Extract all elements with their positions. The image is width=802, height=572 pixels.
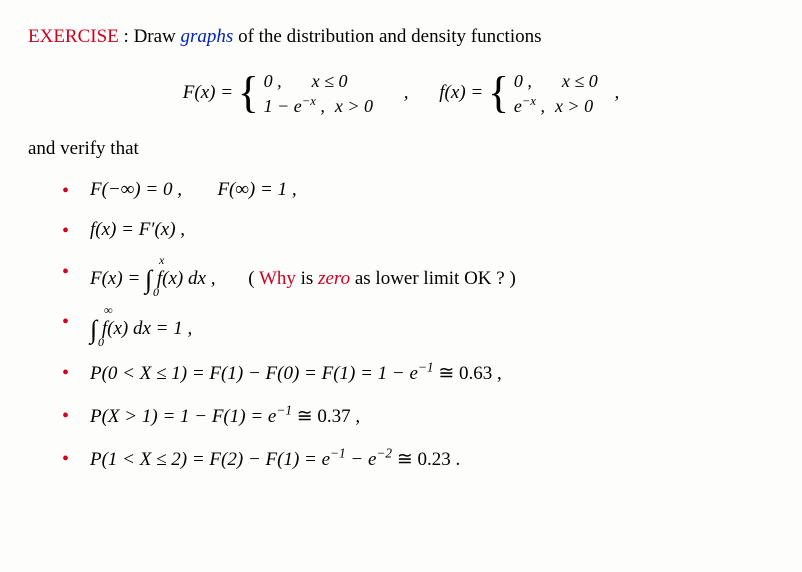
- limit-pos-inf: F(∞) = 1 ,: [217, 179, 296, 200]
- prob-1-2: P(1 < X ≤ 2) = F(2) − F(1) = e−1 − e−2 ≅…: [90, 449, 460, 470]
- f-lhs: f(x) =: [439, 82, 488, 103]
- f-cases: 0 , x ≤ 0 e−x , x > 0: [514, 69, 598, 119]
- bullet-item-6: P(X > 1) = 1 − F(1) = e−1 ≅ 0.37 ,: [62, 402, 774, 431]
- f-case2-cond: x > 0: [555, 96, 593, 116]
- brace-icon: {: [488, 73, 509, 113]
- f-case1-cond: x ≤ 0: [562, 71, 598, 91]
- bullet-item-1: F(−∞) = 0 , F(∞) = 1 ,: [62, 177, 774, 204]
- integral-0-x: ∫0x: [145, 258, 152, 294]
- derivative-relation: f(x) = F′(x) ,: [90, 219, 185, 240]
- bullet-item-5: P(0 < X ≤ 1) = F(1) − F(0) = F(1) = 1 − …: [62, 359, 774, 388]
- f-case1-val: 0 ,: [514, 71, 532, 91]
- prob-0-1: P(0 < X ≤ 1) = F(1) − F(0) = F(1) = 1 − …: [90, 363, 502, 384]
- note-zero: zero: [318, 268, 350, 289]
- bullet-item-4: ∫0∞ f(x) dx = 1 ,: [62, 308, 774, 344]
- F-case2-cond: x > 0: [335, 96, 373, 116]
- piecewise-definitions: F(x) = { 0 , x ≤ 0 1 − e−x , x > 0 , f(x) …: [28, 69, 774, 119]
- F-cases: 0 , x ≤ 0 1 − e−x , x > 0: [264, 69, 373, 119]
- bullet-item-3: F(x) = ∫0x f(x) dx , ( Why is zero as lo…: [62, 258, 774, 294]
- bullet-item-2: f(x) = F′(x) ,: [62, 217, 774, 244]
- F-case1-cond: x ≤ 0: [312, 71, 348, 91]
- why-note: ( Why is zero as lower limit OK ? ): [248, 268, 516, 289]
- F-case2-val: 1 − e−x ,: [264, 96, 325, 116]
- prob-gt-1: P(X > 1) = 1 − F(1) = e−1 ≅ 0.37 ,: [90, 406, 360, 427]
- header-colon: :: [119, 26, 134, 47]
- integral-0-inf: ∫0∞: [90, 308, 97, 344]
- limit-neg-inf: F(−∞) = 0 ,: [90, 179, 182, 200]
- F-integral-body: f(x) dx ,: [152, 268, 215, 289]
- note-why: Why: [259, 268, 296, 289]
- header-suffix: of the distribution and density function…: [233, 26, 541, 47]
- bullet-list: F(−∞) = 0 , F(∞) = 1 , f(x) = F′(x) , F(…: [28, 177, 774, 474]
- brace-icon: {: [238, 73, 259, 113]
- header-prefix: Draw: [134, 26, 181, 47]
- F-lhs: F(x) =: [183, 82, 238, 103]
- f-case2-val: e−x ,: [514, 96, 545, 116]
- sep-comma1: ,: [404, 82, 409, 103]
- exercise-label: EXERCISE: [28, 26, 119, 47]
- verify-text: and verify that: [28, 136, 774, 163]
- note-mid: is: [296, 268, 318, 289]
- exercise-header: EXERCISE : Draw graphs of the distributi…: [28, 24, 774, 51]
- header-keyword: graphs: [181, 26, 234, 47]
- F-case1-val: 0 ,: [264, 71, 282, 91]
- sep-comma2: ,: [614, 82, 619, 103]
- note-end: as lower limit OK ? ): [350, 268, 516, 289]
- F-integral-lhs: F(x) =: [90, 268, 145, 289]
- note-open: (: [248, 268, 259, 289]
- bullet-item-7: P(1 < X ≤ 2) = F(2) − F(1) = e−1 − e−2 ≅…: [62, 445, 774, 474]
- integral-body: f(x) dx = 1 ,: [97, 318, 192, 339]
